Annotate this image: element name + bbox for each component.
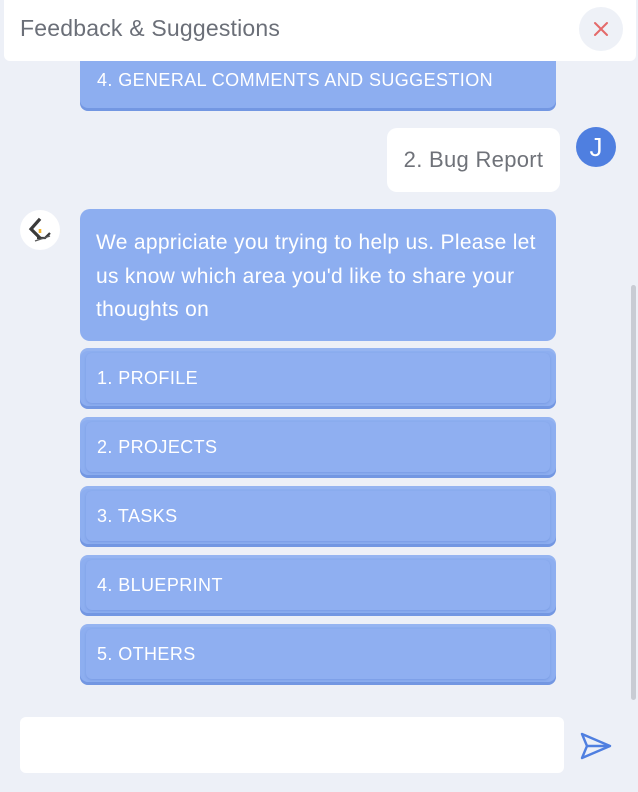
- user-message-text: 2. Bug Report: [403, 147, 544, 172]
- option-projects-button[interactable]: 2. PROJECTS: [80, 417, 556, 478]
- bot-message-text: We appriciate you trying to help us. Ple…: [96, 231, 536, 321]
- option-label: 3. TASKS: [97, 506, 178, 526]
- bot-avatar: [20, 210, 60, 250]
- option-label: 2. PROJECTS: [97, 437, 218, 457]
- bot-message-bubble: We appriciate you trying to help us. Ple…: [80, 209, 556, 341]
- close-icon: [594, 22, 608, 36]
- option-label: 5. OTHERS: [97, 644, 196, 664]
- option-profile-button[interactable]: 1. PROFILE: [80, 348, 556, 409]
- user-avatar: J: [576, 127, 616, 167]
- page-title: Feedback & Suggestions: [20, 15, 281, 41]
- option-tasks-button[interactable]: 3. TASKS: [80, 486, 556, 547]
- option-others-button[interactable]: 5. OTHERS: [80, 624, 556, 685]
- option-label: 4. GENERAL COMMENTS AND SUGGESTION: [97, 70, 493, 90]
- bot-logo-icon: [28, 217, 51, 242]
- option-label: 4. BLUEPRINT: [97, 575, 223, 595]
- send-icon: [580, 732, 612, 760]
- chat-window: 4. GENERAL COMMENTS AND SUGGESTION 2. Bu…: [0, 0, 638, 792]
- chat-messages[interactable]: 4. GENERAL COMMENTS AND SUGGESTION 2. Bu…: [0, 0, 638, 700]
- chat-header: Feedback & Suggestions: [4, 0, 636, 61]
- option-label: 1. PROFILE: [97, 368, 199, 388]
- send-button[interactable]: [578, 728, 614, 764]
- close-button[interactable]: [579, 7, 623, 51]
- option-blueprint-button[interactable]: 4. BLUEPRINT: [80, 555, 556, 616]
- user-avatar-initial: J: [589, 131, 603, 162]
- message-input[interactable]: [20, 717, 564, 773]
- user-message-bubble: 2. Bug Report: [387, 128, 560, 192]
- chat-scrollbar[interactable]: [631, 285, 636, 700]
